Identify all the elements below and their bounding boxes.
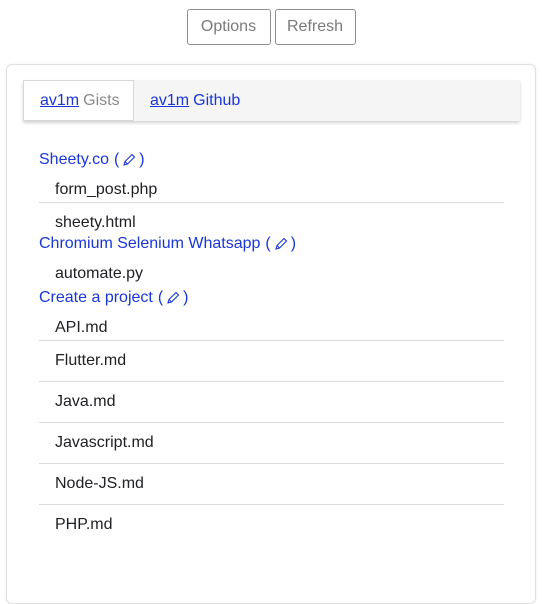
file-item[interactable]: Node-JS.md bbox=[39, 464, 504, 505]
gist-item: Sheety.co ( ) form_post.php sheety.html bbox=[39, 149, 504, 235]
toolbar: Options Refresh bbox=[0, 9, 542, 45]
file-item[interactable]: sheety.html bbox=[39, 203, 504, 235]
edit-gist-link[interactable] bbox=[271, 235, 291, 253]
file-item[interactable]: Flutter.md bbox=[39, 341, 504, 382]
file-list: form_post.php sheety.html bbox=[39, 171, 504, 235]
file-item[interactable]: Javascript.md bbox=[39, 423, 504, 464]
gists-panel: av1m Gists av1m Github Sheety.co ( ) for… bbox=[6, 64, 536, 604]
file-item[interactable]: API.md bbox=[39, 309, 504, 341]
pencil-icon bbox=[274, 237, 288, 250]
gist-title-link[interactable]: Create a project bbox=[39, 289, 153, 307]
gist-title-row: Sheety.co ( ) bbox=[39, 149, 504, 171]
close-paren: ) bbox=[139, 151, 145, 168]
gist-item: Create a project ( ) API.md Flutter.md J… bbox=[39, 287, 504, 537]
tab-github[interactable]: av1m Github bbox=[23, 80, 240, 121]
gist-title-row: Chromium Selenium Whatsapp ( ) bbox=[39, 233, 504, 255]
file-list: API.md Flutter.md Java.md Javascript.md … bbox=[39, 309, 504, 537]
tab-user: av1m bbox=[150, 91, 190, 109]
file-item[interactable]: PHP.md bbox=[39, 505, 504, 537]
close-paren: ) bbox=[183, 289, 189, 306]
file-item[interactable]: Java.md bbox=[39, 382, 504, 423]
file-item[interactable]: form_post.php bbox=[39, 171, 504, 203]
tab-bar: av1m Gists av1m Github bbox=[23, 80, 520, 121]
gist-title-link[interactable]: Chromium Selenium Whatsapp bbox=[39, 235, 260, 253]
pencil-icon bbox=[123, 153, 136, 166]
edit-gist-link[interactable] bbox=[163, 289, 183, 307]
file-list: automate.py bbox=[39, 255, 504, 287]
gist-list: Sheety.co ( ) form_post.php sheety.html … bbox=[39, 149, 504, 537]
close-paren: ) bbox=[290, 235, 297, 252]
options-button[interactable]: Options bbox=[186, 9, 271, 45]
pencil-icon bbox=[167, 291, 180, 304]
file-item[interactable]: automate.py bbox=[39, 255, 504, 287]
gist-title-link[interactable]: Sheety.co bbox=[39, 151, 109, 169]
edit-gist-link[interactable] bbox=[119, 151, 139, 169]
gist-item: Chromium Selenium Whatsapp ( ) automate.… bbox=[39, 233, 504, 287]
gist-title-row: Create a project ( ) bbox=[39, 287, 504, 309]
refresh-button[interactable]: Refresh bbox=[274, 9, 356, 45]
tab-label: Github bbox=[193, 91, 241, 109]
